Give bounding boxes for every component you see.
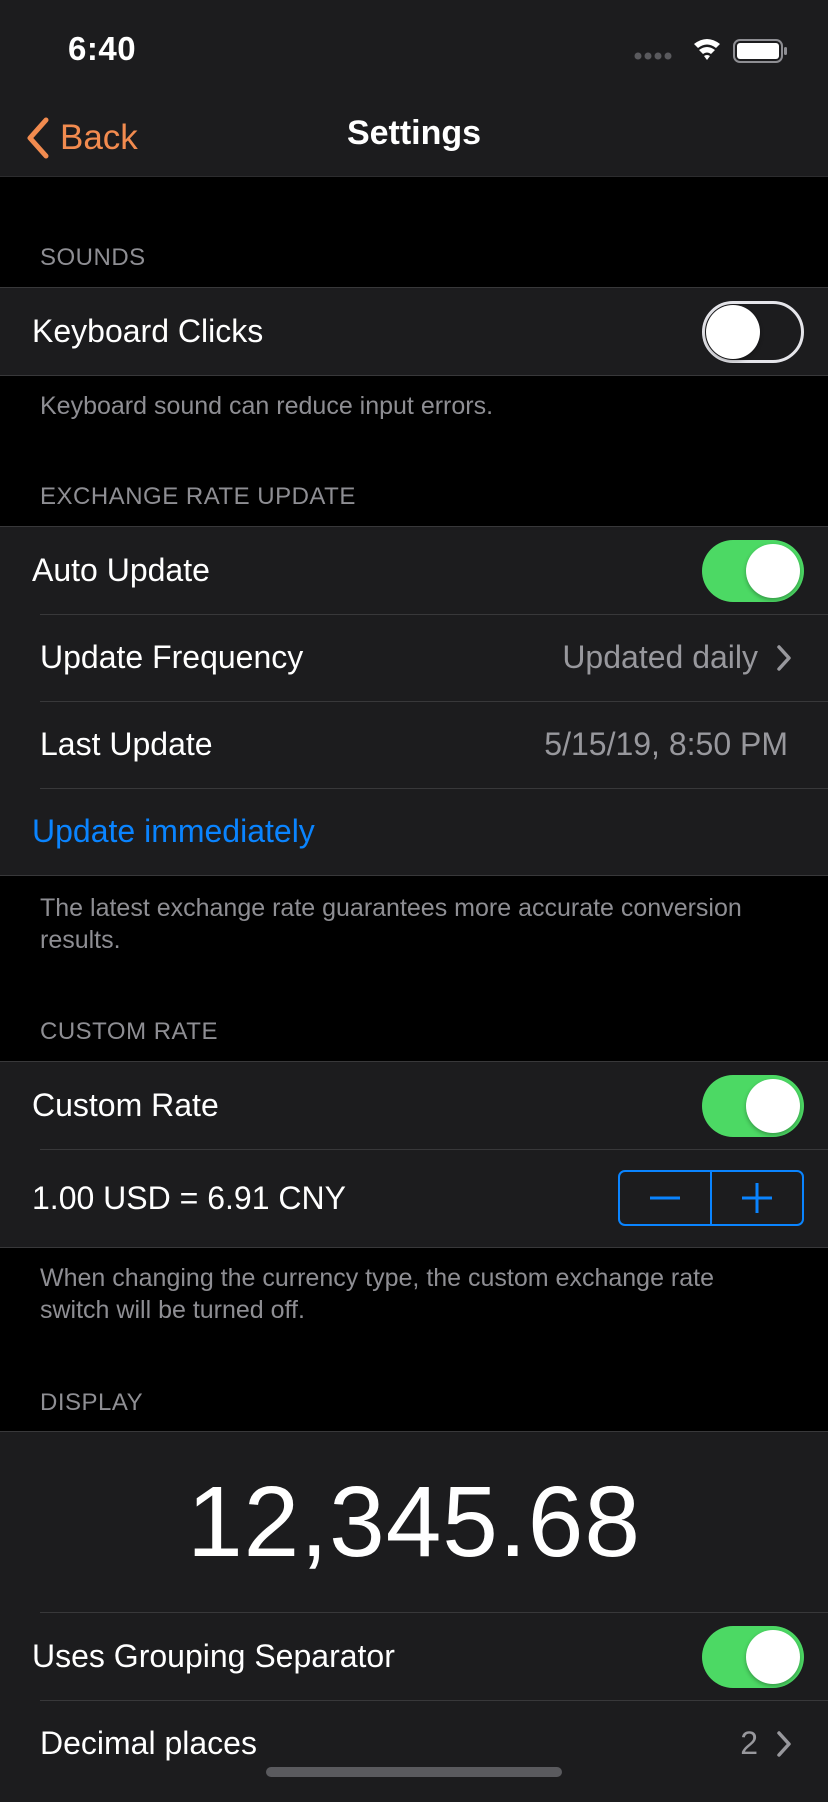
auto-update-label: Auto Update bbox=[32, 552, 210, 588]
chevron-right-icon bbox=[777, 644, 791, 671]
exchange-group: Auto Update Update Frequency Updated dai… bbox=[0, 526, 828, 876]
auto-update-row: Auto Update bbox=[0, 527, 828, 614]
number-preview-value: 12,345.68 bbox=[187, 1465, 641, 1578]
custom-rate-label: Custom Rate bbox=[32, 1087, 219, 1123]
plus-icon bbox=[742, 1183, 772, 1213]
battery-icon bbox=[733, 39, 787, 63]
update-immediately-row[interactable]: Update immediately bbox=[0, 788, 828, 875]
grouping-separator-label: Uses Grouping Separator bbox=[32, 1638, 395, 1674]
minus-icon bbox=[650, 1196, 680, 1200]
sounds-footer: Keyboard sound can reduce input errors. bbox=[40, 392, 494, 420]
update-frequency-label: Update Frequency bbox=[40, 639, 304, 675]
section-header-sounds: SOUNDS bbox=[40, 244, 146, 271]
wifi-icon bbox=[694, 39, 720, 60]
toggle-knob bbox=[746, 1629, 800, 1684]
page-title: Settings bbox=[346, 114, 482, 152]
chevron-right-icon bbox=[777, 1730, 791, 1757]
last-update-value: 5/15/19, 8:50 PM bbox=[544, 726, 788, 762]
navigation-bar: Back Settings bbox=[0, 100, 828, 177]
section-header-exchange: EXCHANGE RATE UPDATE bbox=[40, 483, 356, 510]
sounds-group: Keyboard Clicks bbox=[0, 287, 828, 376]
rate-stepper[interactable] bbox=[618, 1170, 804, 1226]
status-bar: 6:40 bbox=[0, 0, 828, 100]
section-header-display: DISPLAY bbox=[40, 1389, 144, 1416]
toggle-knob bbox=[746, 543, 800, 598]
status-icons bbox=[634, 36, 794, 66]
last-update-row: Last Update 5/15/19, 8:50 PM bbox=[0, 701, 828, 788]
keyboard-clicks-row: Keyboard Clicks bbox=[0, 288, 828, 375]
last-update-label: Last Update bbox=[40, 726, 213, 762]
home-indicator[interactable] bbox=[266, 1767, 562, 1777]
section-header-custom-rate: CUSTOM RATE bbox=[40, 1018, 218, 1045]
update-frequency-value: Updated daily bbox=[562, 639, 758, 675]
exchange-footer: The latest exchange rate guarantees more… bbox=[40, 894, 742, 954]
status-time: 6:40 bbox=[68, 30, 137, 67]
decimal-places-value: 2 bbox=[740, 1725, 758, 1761]
grouping-separator-row: Uses Grouping Separator bbox=[32, 1612, 828, 1700]
custom-rate-toggle[interactable] bbox=[702, 1074, 804, 1137]
custom-rate-footer: When changing the currency type, the cus… bbox=[40, 1264, 714, 1324]
cellular-signal-icon bbox=[634, 52, 672, 60]
increment-button[interactable] bbox=[712, 1172, 802, 1224]
update-frequency-row[interactable]: Update Frequency Updated daily bbox=[0, 614, 828, 701]
rate-stepper-row: 1.00 USD = 6.91 CNY bbox=[0, 1149, 828, 1247]
custom-rate-row: Custom Rate bbox=[0, 1062, 828, 1149]
decimal-places-value-wrap: 2 bbox=[740, 1725, 792, 1762]
toggle-knob bbox=[746, 1078, 800, 1133]
keyboard-clicks-label: Keyboard Clicks bbox=[32, 313, 264, 349]
number-preview: 12,345.68 bbox=[0, 1432, 828, 1612]
decimal-places-label: Decimal places bbox=[40, 1725, 257, 1761]
display-group: 12,345.68 Uses Grouping Separator Decima… bbox=[0, 1431, 828, 1802]
grouping-separator-toggle[interactable] bbox=[702, 1625, 804, 1688]
auto-update-toggle[interactable] bbox=[702, 539, 804, 602]
rate-text: 1.00 USD = 6.91 CNY bbox=[32, 1179, 346, 1216]
keyboard-clicks-toggle[interactable] bbox=[702, 300, 804, 363]
custom-rate-group: Custom Rate 1.00 USD = 6.91 CNY bbox=[0, 1061, 828, 1248]
update-immediately-button[interactable]: Update immediately bbox=[32, 813, 315, 850]
toggle-knob bbox=[706, 304, 760, 359]
decrement-button[interactable] bbox=[620, 1172, 710, 1224]
update-frequency-value-wrap: Updated daily bbox=[562, 639, 792, 676]
